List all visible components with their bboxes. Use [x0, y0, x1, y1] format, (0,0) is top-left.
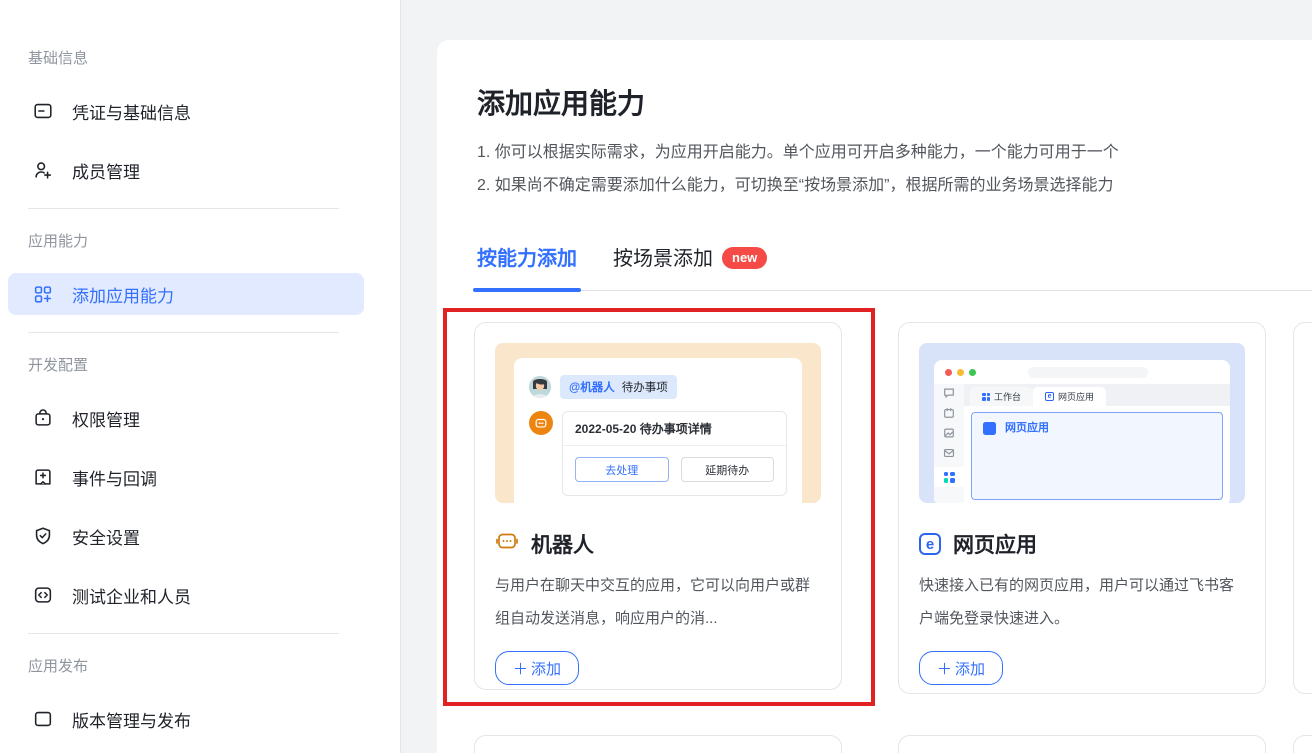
add-button-label: 添加 [531, 660, 562, 678]
webapp-preview-image: 工作台 e 网页应用 网页应用 [919, 343, 1245, 503]
sidebar-section-basic-info: 基础信息 [28, 50, 89, 67]
sidebar-item-label: 凭证与基础信息 [72, 103, 191, 123]
plus-icon: ＋ [512, 660, 528, 678]
sidebar-item-version-release[interactable]: 版本管理与发布 [8, 698, 364, 740]
mini-tab-label: 工作台 [994, 392, 1022, 402]
tab-label: 按能力添加 [477, 248, 577, 270]
add-bot-button[interactable]: ＋ 添加 [495, 651, 579, 685]
sidebar-section-capabilities: 应用能力 [28, 233, 89, 250]
sidebar-item-events[interactable]: 事件与回调 [8, 456, 364, 498]
todo-title: 2022-05-20 待办事项详情 [563, 412, 786, 446]
todo-handle-button: 去处理 [575, 457, 669, 482]
capability-card-partial [1293, 322, 1312, 694]
intro-line-2: 2. 如果尚不确定需要添加什么能力，可切换至“按场景添加”，根据所需的业务场景选… [477, 177, 1114, 194]
mini-mail-icon [943, 448, 955, 458]
app-capability-page: { "colors": { "accent_blue": "#3370FF", … [0, 0, 1312, 753]
release-icon [34, 711, 52, 727]
sidebar-divider [28, 633, 339, 634]
avatar-image [529, 376, 551, 398]
bot-chat-mockup: @机器人 待办事项 2022-05-20 待办事项详情 去处理 延期待办 [514, 358, 802, 503]
add-button-label: 添加 [955, 660, 986, 678]
browser-mockup: 工作台 e 网页应用 网页应用 [934, 360, 1230, 503]
mini-image-icon [944, 428, 954, 438]
shield-check-icon [35, 527, 51, 545]
mention-bot: @机器人 [569, 382, 615, 394]
credential-icon [34, 103, 52, 119]
capability-card-partial [474, 735, 842, 753]
mini-sidebar [934, 384, 964, 503]
mention-chip: @机器人 待办事项 [560, 375, 677, 399]
sidebar-item-members[interactable]: 成员管理 [8, 149, 364, 191]
sidebar-item-label: 添加应用能力 [72, 286, 174, 306]
sidebar-item-security[interactable]: 安全设置 [8, 515, 364, 557]
traffic-light-green [969, 368, 976, 376]
todo-postpone-button: 延期待办 [680, 457, 774, 482]
bot-preview-image: @机器人 待办事项 2022-05-20 待办事项详情 去处理 延期待办 [495, 343, 821, 503]
sidebar-item-label: 权限管理 [72, 410, 140, 430]
sidebar-section-release: 应用发布 [28, 658, 89, 675]
tab-by-capability[interactable]: 按能力添加 [473, 246, 581, 292]
sidebar-item-label: 事件与回调 [72, 469, 157, 489]
member-add-icon [35, 162, 52, 179]
tab-label: 按场景添加 [613, 248, 713, 270]
mini-e-icon: e [1045, 392, 1055, 401]
code-icon [34, 587, 52, 603]
traffic-light-yellow [957, 368, 964, 376]
webapp-capability-card: 工作台 e 网页应用 网页应用 e 网页应用 快速接入已有的网页应用，用户可以通… [898, 322, 1266, 694]
mini-grid-icon [982, 392, 990, 401]
todo-message-card: 2022-05-20 待办事项详情 去处理 延期待办 [562, 411, 787, 496]
robot-icon [495, 530, 519, 558]
sidebar: 基础信息 凭证与基础信息 成员管理 应用能力 添加应用能力 开发配置 权限管理 … [0, 0, 401, 753]
traffic-light-red [945, 368, 952, 376]
mini-tab-workbench: 工作台 [970, 387, 1034, 406]
mini-tab-bar: 工作台 e 网页应用 [964, 384, 1230, 406]
mini-calendar-icon [944, 407, 954, 418]
user-avatar [529, 376, 551, 398]
mini-search-bar [1028, 367, 1148, 378]
sidebar-section-dev-config: 开发配置 [28, 357, 89, 374]
event-callback-icon [35, 469, 51, 485]
card-title: 机器人 [531, 534, 594, 557]
sidebar-item-label: 成员管理 [72, 162, 140, 182]
mini-chat-icon [944, 388, 954, 399]
add-webapp-button[interactable]: ＋ 添加 [919, 651, 1003, 685]
sidebar-divider [28, 208, 339, 209]
card-description: 快速接入已有的网页应用，用户可以通过飞书客户端免登录快速进入。 [919, 577, 1235, 627]
card-description: 与用户在聊天中交互的应用，它可以向用户或群组自动发送消息，响应用户的消... [495, 577, 811, 627]
mini-tab-webapp: e 网页应用 [1033, 387, 1107, 406]
mini-workbench-icon [943, 471, 955, 483]
sidebar-item-add-capability[interactable]: 添加应用能力 [8, 273, 364, 315]
page-title: 添加应用能力 [477, 88, 646, 119]
new-badge: new [722, 247, 768, 269]
lock-icon [35, 409, 51, 426]
sidebar-item-credentials[interactable]: 凭证与基础信息 [8, 90, 364, 132]
apps-add-icon [34, 286, 52, 303]
capability-tabs: 按能力添加 按场景添加 new [473, 246, 1312, 292]
main-panel: 添加应用能力 1. 你可以根据实际需求，为应用开启能力。单个应用可开启多种能力，… [437, 40, 1312, 753]
bot-avatar-icon [529, 411, 553, 435]
mini-panel-label: 网页应用 [1005, 422, 1049, 434]
sidebar-item-label: 测试企业和人员 [72, 587, 191, 607]
capability-card-partial [1293, 735, 1312, 753]
sidebar-divider [28, 332, 339, 333]
mini-tab-label: 网页应用 [1058, 392, 1095, 402]
plus-icon: ＋ [936, 660, 952, 678]
tab-by-scene[interactable]: 按场景添加 new [613, 246, 768, 290]
intro-line-1: 1. 你可以根据实际需求，为应用开启能力。单个应用可开启多种能力，一个能力可用于… [477, 144, 1119, 161]
mini-workbench-active [934, 467, 964, 487]
bot-capability-card: @机器人 待办事项 2022-05-20 待办事项详情 去处理 延期待办 机器人… [474, 322, 842, 690]
sidebar-item-label: 版本管理与发布 [72, 711, 191, 731]
capability-card-partial [898, 735, 1266, 753]
robot-glyph [535, 418, 547, 428]
mini-app-square [983, 422, 996, 435]
card-title: 网页应用 [953, 534, 1037, 557]
sidebar-item-permissions[interactable]: 权限管理 [8, 397, 364, 439]
sidebar-item-test-company[interactable]: 测试企业和人员 [8, 574, 364, 616]
webapp-e-icon: e [919, 533, 941, 555]
sidebar-item-label: 安全设置 [72, 528, 140, 548]
mini-webapp-panel: 网页应用 [971, 412, 1223, 500]
mention-text: 待办事项 [621, 382, 668, 394]
